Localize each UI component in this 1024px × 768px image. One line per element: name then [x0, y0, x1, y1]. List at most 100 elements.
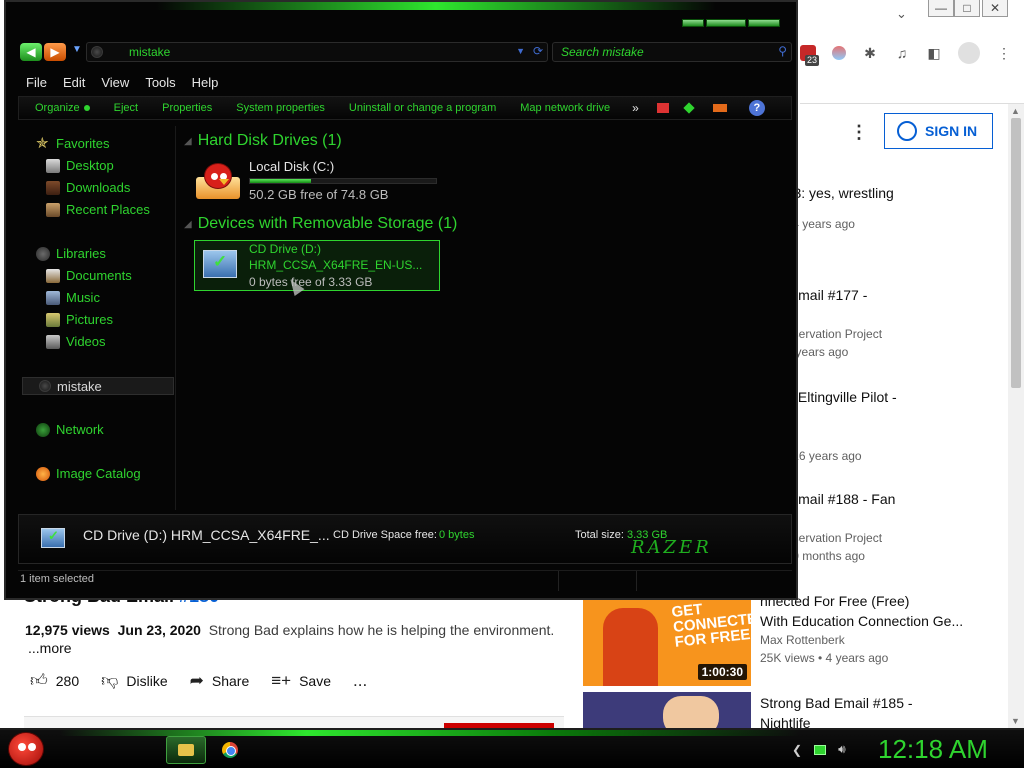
playlist-add-icon: ≡+ — [271, 670, 292, 690]
sidebar-item-image-catalog[interactable]: Image Catalog — [36, 466, 141, 481]
history-dropdown-icon[interactable]: ▼ — [72, 44, 82, 55]
address-bar[interactable]: mistake ▼ ⟳ — [86, 42, 548, 62]
chrome-icon — [222, 742, 238, 758]
rec-title: Strong Bad Email #185 - — [760, 695, 913, 711]
dislike-button[interactable]: 👎︎ Dislike — [101, 670, 168, 691]
system-properties-button[interactable]: System properties — [224, 102, 337, 114]
scrollbar-thumb[interactable] — [1011, 118, 1021, 388]
taskbar-explorer[interactable] — [166, 736, 206, 764]
drive-item-d[interactable]: ✓ CD Drive (D:) HRM_CCSA_X64FRE_EN-US...… — [194, 240, 440, 291]
map-network-drive-button[interactable]: Map network drive — [508, 102, 622, 114]
explorer-close-button[interactable] — [748, 19, 780, 27]
more-commands-button[interactable]: » — [622, 101, 649, 115]
save-button[interactable]: ≡+ Save — [271, 671, 331, 691]
explorer-minimize-button[interactable] — [682, 19, 704, 27]
sidebar-item-desktop[interactable]: Desktop — [46, 158, 114, 173]
thumbnail-text: GET CONNECTED FOR FREE — [670, 600, 751, 651]
overflow-button[interactable]: ... — [353, 671, 367, 691]
recommendation-item[interactable]: nnected For Free (Free) With Education C… — [760, 591, 1008, 667]
video-thumbnail[interactable] — [583, 692, 751, 728]
drive-name: Local Disk (C:) — [249, 159, 335, 174]
group-header-removable[interactable]: ◢ Devices with Removable Storage (1) — [184, 215, 457, 233]
view-mode-icon[interactable] — [683, 102, 695, 114]
collapse-arrow-icon[interactable]: ◢ — [184, 219, 192, 230]
kebab-menu-icon[interactable]: ⋮ — [996, 45, 1012, 61]
clock[interactable]: 12:18 AM — [878, 734, 988, 765]
dislike-label: Dislike — [126, 672, 168, 689]
start-button[interactable] — [8, 732, 44, 766]
uninstall-program-button[interactable]: Uninstall or change a program — [337, 102, 508, 114]
sidebar-item-network[interactable]: Network — [36, 422, 104, 437]
libraries-icon — [36, 246, 50, 261]
back-button[interactable]: ◀ — [20, 43, 42, 61]
pictures-icon — [46, 312, 60, 327]
like-button[interactable]: 👍︎ 280 — [30, 670, 79, 691]
collapse-arrow-icon[interactable]: ◢ — [184, 136, 192, 147]
address-dropdown-icon[interactable]: ▼ — [516, 46, 525, 56]
drive-item-c[interactable]: Local Disk (C:) 50.2 GB free of 74.8 GB — [194, 158, 444, 206]
minimize-button[interactable]: — — [928, 0, 954, 17]
sidebar-item-pictures[interactable]: Pictures — [46, 312, 113, 327]
sidebar-item-mistake[interactable]: mistake — [22, 377, 174, 395]
sign-in-button[interactable]: SIGN IN — [884, 113, 993, 149]
pdf-extension-icon[interactable]: 23 — [800, 45, 820, 66]
organize-button[interactable]: Organize — [23, 102, 102, 114]
like-count: 280 — [55, 672, 80, 689]
recommendation-item[interactable]: Strong Bad Email #185 - Nightlife — [760, 693, 1008, 733]
sidebar-label: Videos — [66, 334, 106, 349]
search-icon[interactable]: ⚲ — [778, 44, 787, 58]
page-scrollbar[interactable]: ▲ ▼ — [1008, 104, 1024, 728]
battery-icon[interactable] — [814, 744, 827, 755]
location-icon — [91, 46, 103, 58]
sidebar-item-documents[interactable]: Documents — [46, 268, 132, 283]
taskbar: ❮ 🔊︎ 12:18 AM — [0, 728, 1024, 768]
sidebar-item-libraries[interactable]: Libraries — [36, 246, 106, 261]
search-box[interactable]: ⚲ — [552, 42, 792, 62]
menu-help[interactable]: Help — [184, 75, 227, 90]
menu-edit[interactable]: Edit — [55, 75, 93, 90]
chevron-down-icon[interactable]: ⌄ — [896, 6, 907, 22]
tray-expand-icon[interactable]: ❮ — [792, 743, 802, 757]
view-options-icon[interactable] — [656, 103, 669, 113]
maximize-button[interactable]: □ — [954, 0, 980, 17]
system-tray: ❮ 🔊︎ — [792, 742, 846, 757]
more-link[interactable]: ...more — [28, 640, 72, 656]
taskbar-chrome[interactable] — [210, 736, 250, 764]
space-free-value: 0 bytes — [439, 529, 475, 541]
volume-icon[interactable]: 🔊︎ — [838, 742, 846, 757]
sidebar-item-downloads[interactable]: Downloads — [46, 180, 130, 195]
refresh-icon[interactable]: ⟳ — [533, 44, 543, 58]
media-icon[interactable]: ♫ — [894, 45, 910, 61]
search-input[interactable] — [561, 45, 761, 59]
video-thumbnail[interactable]: GET CONNECTED FOR FREE 1:00:30 — [583, 598, 751, 686]
menu-tools[interactable]: Tools — [137, 75, 183, 90]
rec-title-line2: With Education Connection Ge... — [760, 613, 964, 629]
properties-button[interactable]: Properties — [150, 102, 224, 114]
space-free-label: CD Drive Space free: — [333, 529, 437, 541]
group-header-hdd[interactable]: ◢ Hard Disk Drives (1) — [184, 132, 342, 150]
dropdown-dot-icon — [83, 105, 90, 112]
angry-bird-drive-icon — [196, 163, 240, 199]
scroll-up-icon[interactable]: ▲ — [1011, 106, 1020, 116]
help-icon[interactable]: ? — [748, 100, 765, 116]
more-options-icon[interactable]: ⋮ — [850, 122, 868, 143]
sidebar-item-recent-places[interactable]: Recent Places — [46, 202, 150, 217]
puzzle-icon[interactable]: ✱ — [862, 45, 878, 61]
recent-places-icon — [46, 202, 60, 217]
side-panel-icon[interactable]: ◧ — [926, 45, 942, 61]
eject-button[interactable]: Eject — [102, 102, 150, 114]
person-icon — [897, 121, 917, 141]
menu-file[interactable]: File — [18, 75, 55, 90]
explorer-maximize-button[interactable] — [706, 19, 746, 27]
profile-avatar[interactable] — [958, 42, 980, 64]
forward-button[interactable]: ▶ — [44, 43, 66, 61]
sidebar-item-music[interactable]: Music — [46, 290, 100, 305]
share-button[interactable]: ➦ Share — [190, 671, 250, 691]
extension-icon[interactable] — [832, 46, 846, 60]
sidebar-item-favorites[interactable]: ✯ Favorites — [36, 136, 109, 152]
menu-view[interactable]: View — [93, 75, 137, 90]
sidebar-item-videos[interactable]: Videos — [46, 334, 106, 349]
scroll-down-icon[interactable]: ▼ — [1011, 716, 1020, 726]
preview-pane-icon[interactable] — [712, 104, 727, 112]
close-button[interactable]: ✕ — [982, 0, 1008, 17]
